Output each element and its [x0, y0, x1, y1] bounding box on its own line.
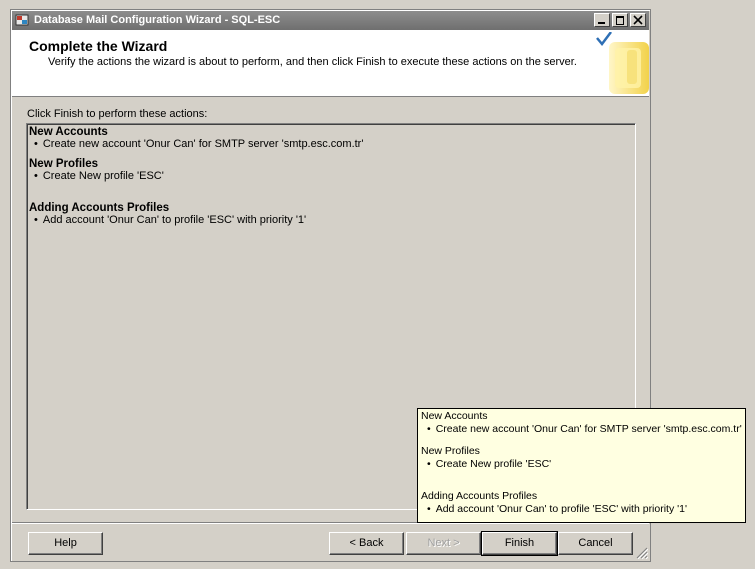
section-heading-new-accounts: New Accounts [29, 126, 108, 138]
window-controls [594, 13, 646, 27]
list-item: Add account 'Onur Can' to profile 'ESC' … [29, 214, 633, 226]
resize-grip-icon[interactable] [636, 547, 648, 559]
database-mail-icon [15, 14, 29, 26]
back-button[interactable]: < Back [329, 532, 404, 555]
tooltip-list-item: Create new account 'Onur Can' for SMTP s… [421, 423, 742, 436]
instruction-text: Click Finish to perform these actions: [27, 108, 208, 120]
wizard-header: Complete the Wizard Verify the actions t… [12, 30, 649, 97]
tooltip-heading-adding: Adding Accounts Profiles [421, 490, 538, 502]
minimize-button[interactable] [594, 13, 610, 27]
page-description: Verify the actions the wizard is about t… [48, 56, 577, 68]
title-bar[interactable]: Database Mail Configuration Wizard - SQL… [12, 11, 649, 30]
window-title: Database Mail Configuration Wizard - SQL… [34, 14, 281, 26]
tooltip-heading-new-profiles: New Profiles [421, 445, 480, 457]
tooltip-list-item: Add account 'Onur Can' to profile 'ESC' … [421, 503, 742, 516]
close-button[interactable] [630, 13, 646, 27]
list-item: Create new account 'Onur Can' for SMTP s… [29, 138, 633, 150]
help-button[interactable]: Help [28, 532, 103, 555]
list-item: Create New profile 'ESC' [29, 170, 633, 182]
page-title: Complete the Wizard [29, 38, 168, 54]
finish-button[interactable]: Finish [481, 531, 558, 556]
tooltip-list-item: Create New profile 'ESC' [421, 458, 742, 471]
next-button[interactable]: Next > [406, 532, 481, 555]
wizard-checkmark-graphic-icon [596, 32, 649, 94]
section-heading-new-profiles: New Profiles [29, 158, 99, 170]
summary-tooltip: New Accounts Create new account 'Onur Ca… [417, 408, 746, 523]
cancel-button[interactable]: Cancel [558, 532, 633, 555]
maximize-button[interactable] [612, 13, 628, 27]
tooltip-heading-new-accounts: New Accounts [421, 410, 488, 422]
section-heading-adding-accounts-profiles: Adding Accounts Profiles [29, 202, 170, 214]
close-icon [633, 15, 643, 25]
